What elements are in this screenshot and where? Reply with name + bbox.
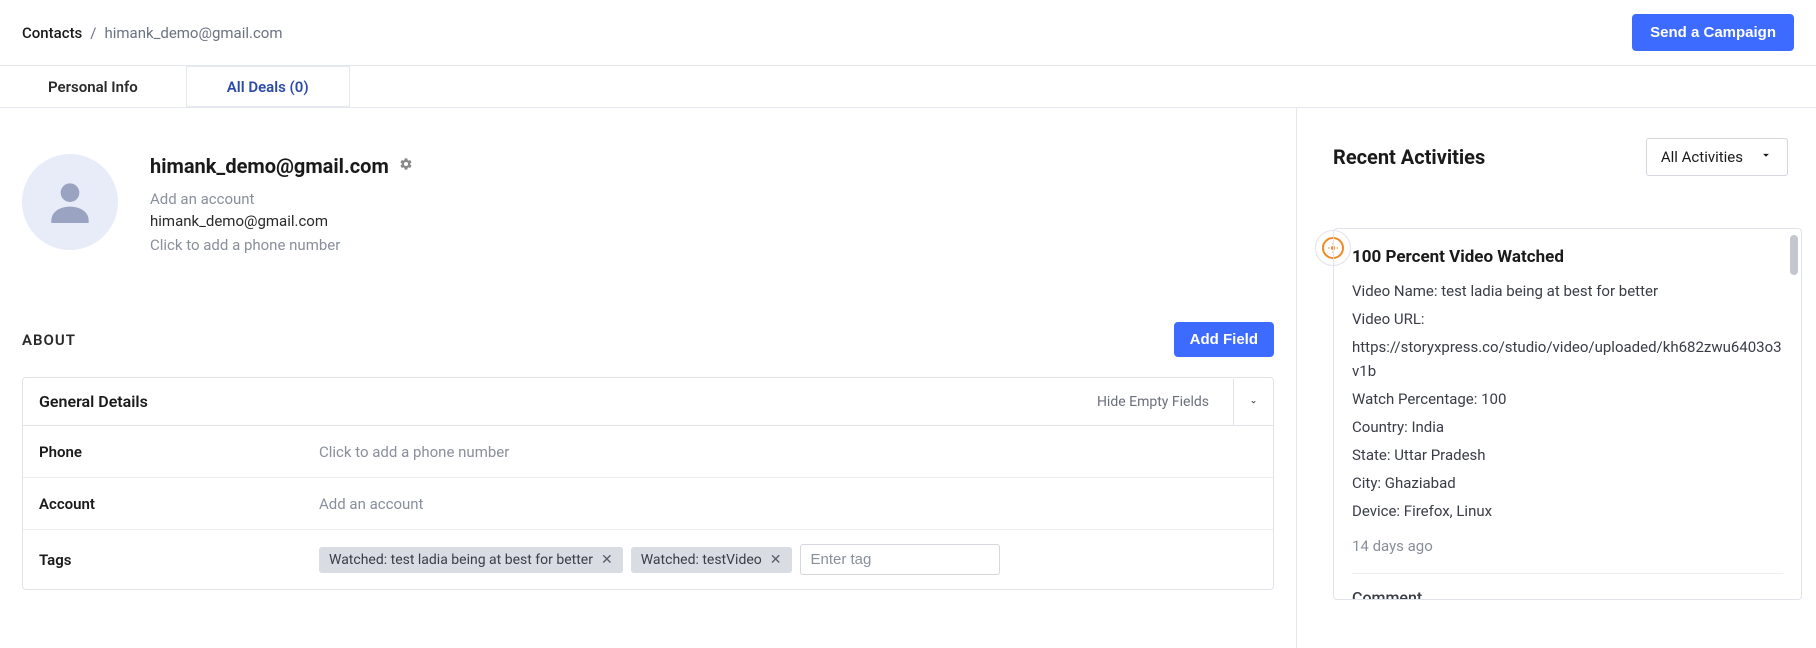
- activity-city: City: Ghaziabad: [1352, 471, 1783, 495]
- row-tags: Tags Watched: test ladia being at best f…: [23, 530, 1273, 589]
- add-phone-link[interactable]: Click to add a phone number: [150, 236, 413, 254]
- caret-down-icon: [1759, 148, 1773, 166]
- account-value[interactable]: Add an account: [319, 495, 1257, 513]
- general-details-header: General Details Hide Empty Fields: [23, 378, 1273, 426]
- activity-timestamp: 14 days ago: [1352, 537, 1783, 555]
- hide-empty-fields-toggle[interactable]: Hide Empty Fields: [1097, 394, 1209, 410]
- add-account-link[interactable]: Add an account: [150, 190, 413, 208]
- phone-value[interactable]: Click to add a phone number: [319, 443, 1257, 461]
- collapse-toggle[interactable]: [1233, 379, 1273, 425]
- activity-video-url: https://storyxpress.co/studio/video/uplo…: [1352, 335, 1783, 383]
- activity-scroll-area[interactable]: 100 Percent Video Watched Video Name: te…: [1334, 229, 1801, 599]
- send-campaign-button[interactable]: Send a Campaign: [1632, 14, 1794, 51]
- activity-state: State: Uttar Pradesh: [1352, 443, 1783, 467]
- tag-label: Watched: testVideo: [641, 552, 762, 568]
- scrollbar-thumb[interactable]: [1790, 235, 1798, 275]
- content-wrapper: himank_demo@gmail.com Add an account him…: [0, 108, 1816, 648]
- timeline: 100 Percent Video Watched Video Name: te…: [1333, 188, 1816, 600]
- account-label: Account: [39, 495, 319, 513]
- breadcrumb-current: himank_demo@gmail.com: [104, 24, 282, 42]
- tab-bar: Personal Info All Deals (0): [0, 66, 1816, 108]
- profile-header: himank_demo@gmail.com Add an account him…: [22, 154, 1296, 254]
- tags-label: Tags: [39, 551, 319, 569]
- activity-title: 100 Percent Video Watched: [1352, 247, 1783, 267]
- activities-filter-select[interactable]: All Activities: [1646, 138, 1788, 176]
- recent-activities-header: Recent Activities All Activities: [1333, 138, 1816, 176]
- phone-label: Phone: [39, 443, 319, 461]
- left-column: himank_demo@gmail.com Add an account him…: [0, 108, 1296, 648]
- tag-chip[interactable]: Watched: testVideo ✕: [631, 547, 792, 573]
- tag-chip[interactable]: Watched: test ladia being at best for be…: [319, 547, 623, 573]
- tags-cell: Watched: test ladia being at best for be…: [319, 544, 1257, 575]
- about-header: ABOUT Add Field: [22, 322, 1274, 357]
- right-column: Recent Activities All Activities 100 Per…: [1296, 108, 1816, 648]
- tab-personal-info[interactable]: Personal Info: [0, 66, 187, 107]
- gear-icon[interactable]: [399, 157, 413, 175]
- tag-remove-icon[interactable]: ✕: [770, 552, 782, 568]
- general-details-title: General Details: [39, 392, 148, 411]
- tag-remove-icon[interactable]: ✕: [601, 552, 613, 568]
- tag-input[interactable]: [800, 544, 1000, 575]
- breadcrumb: Contacts / himank_demo@gmail.com: [22, 24, 283, 42]
- activity-device: Device: Firefox, Linux: [1352, 499, 1783, 523]
- recent-activities-heading: Recent Activities: [1333, 145, 1485, 169]
- tab-all-deals[interactable]: All Deals (0): [187, 66, 350, 107]
- activity-video-url-label: Video URL:: [1352, 307, 1783, 331]
- tag-label: Watched: test ladia being at best for be…: [329, 552, 593, 568]
- activity-video-name: Video Name: test ladia being at best for…: [1352, 279, 1783, 303]
- row-account: Account Add an account: [23, 478, 1273, 530]
- activity-country: Country: India: [1352, 415, 1783, 439]
- contact-email: himank_demo@gmail.com: [150, 212, 413, 230]
- activities-filter-value: All Activities: [1661, 148, 1743, 166]
- row-phone: Phone Click to add a phone number: [23, 426, 1273, 478]
- chevron-down-icon: [1250, 393, 1257, 411]
- add-field-button[interactable]: Add Field: [1174, 322, 1274, 357]
- scrollbar[interactable]: [1787, 233, 1801, 595]
- contact-title: himank_demo@gmail.com: [150, 154, 389, 178]
- avatar: [22, 154, 118, 250]
- breadcrumb-root[interactable]: Contacts: [22, 24, 82, 42]
- page-header: Contacts / himank_demo@gmail.com Send a …: [0, 0, 1816, 66]
- person-icon: [42, 174, 98, 230]
- breadcrumb-separator: /: [90, 24, 96, 42]
- general-details-card: General Details Hide Empty Fields Phone …: [22, 377, 1274, 590]
- activity-watch-pct: Watch Percentage: 100: [1352, 387, 1783, 411]
- profile-text: himank_demo@gmail.com Add an account him…: [150, 154, 413, 254]
- activity-comment-heading[interactable]: Comment: [1352, 573, 1783, 599]
- activity-card: 100 Percent Video Watched Video Name: te…: [1333, 228, 1802, 600]
- about-heading: ABOUT: [22, 331, 76, 349]
